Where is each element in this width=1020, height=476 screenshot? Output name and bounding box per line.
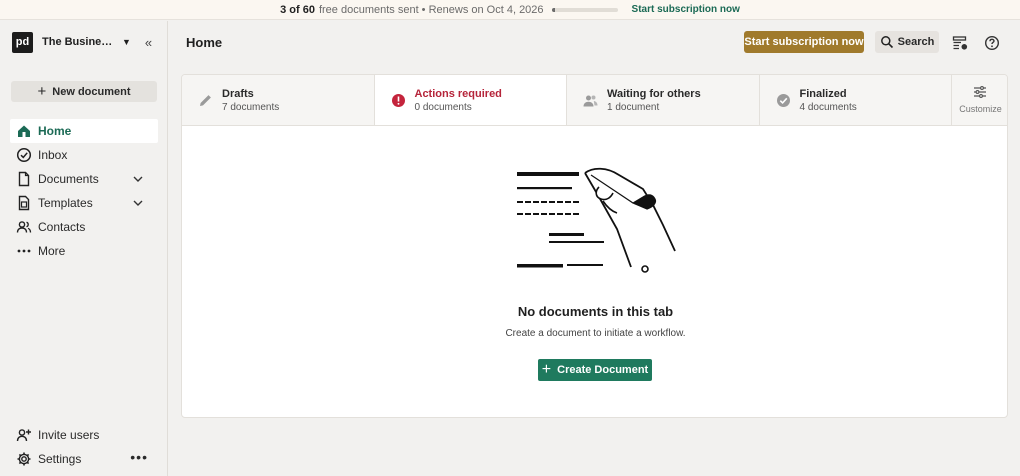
- new-document-label: New document: [52, 85, 131, 98]
- caret-down-icon: ▼: [122, 37, 131, 47]
- sidebar-item-label: More: [38, 244, 66, 258]
- start-subscription-button[interactable]: Start subscription now: [744, 31, 864, 53]
- add-user-icon: [16, 429, 31, 442]
- document-icon: [18, 171, 30, 187]
- sidebar-item-inbox[interactable]: Inbox: [10, 143, 158, 167]
- collapse-sidebar-icon[interactable]: «: [145, 35, 152, 50]
- tab-count: 4 documents: [799, 102, 857, 113]
- sidebar-item-label: Documents: [38, 172, 99, 186]
- settings-more-icon[interactable]: •••: [130, 449, 148, 465]
- check-badge-icon: [776, 94, 790, 107]
- sidebar-item-label: Home: [38, 124, 72, 138]
- gear-icon: [17, 452, 31, 466]
- sidebar-item-invite-users[interactable]: Invite users: [10, 423, 158, 447]
- banner-text: free documents sent • Renews on Oct 4, 2…: [318, 3, 544, 16]
- sidebar-item-settings[interactable]: Settings •••: [10, 447, 158, 471]
- sidebar-item-label: Invite users: [38, 428, 100, 442]
- tab-label: Actions required: [414, 88, 502, 100]
- tab-waiting-for-others[interactable]: Waiting for others 1 document: [567, 75, 760, 125]
- search-button[interactable]: Search: [875, 31, 939, 53]
- pencil-icon: [200, 95, 211, 106]
- create-document-button[interactable]: + Create Document: [538, 359, 652, 381]
- empty-state-subtitle: Create a document to initiate a workflow…: [505, 328, 686, 339]
- create-document-label: Create Document: [557, 364, 649, 376]
- customize-tabs-button[interactable]: Customize: [952, 75, 1007, 125]
- people-icon: [583, 95, 598, 107]
- sliders-icon: [974, 86, 986, 98]
- brand-logo: pd: [12, 31, 33, 53]
- documents-card: Drafts 7 documents Actions required 0 do…: [181, 74, 1008, 418]
- search-icon: [880, 36, 893, 49]
- chevron-down-icon[interactable]: [132, 173, 144, 185]
- sidebar: pd The Business ... ▼ « + New document H…: [0, 21, 168, 476]
- tab-count: 7 documents: [222, 102, 280, 113]
- usage-progress-fill: [551, 7, 555, 12]
- contacts-icon: [16, 221, 32, 233]
- subscription-banner: 3 of 60 free documents sent • Renews on …: [0, 0, 1020, 20]
- chevron-down-icon[interactable]: [132, 197, 144, 209]
- page-header: Home Start subscription now Search: [168, 21, 1020, 63]
- workspace-switcher[interactable]: pd The Business ... ▼ «: [12, 31, 162, 53]
- sidebar-bottom-nav: Invite users Settings •••: [10, 423, 158, 471]
- workspace-name: The Business ...: [42, 36, 116, 48]
- sidebar-item-label: Contacts: [38, 220, 86, 234]
- tab-label: Waiting for others: [607, 88, 701, 100]
- tab-count: 0 documents: [414, 102, 472, 113]
- customize-label: Customize: [959, 104, 1002, 114]
- home-icon: [18, 125, 30, 137]
- template-icon: [18, 195, 30, 211]
- empty-state-title: No documents in this tab: [517, 304, 674, 319]
- plus-icon: +: [541, 361, 552, 378]
- page-title: Home: [186, 35, 223, 50]
- sidebar-item-contacts[interactable]: Contacts: [10, 215, 158, 239]
- tab-finalized[interactable]: Finalized 4 documents: [759, 75, 952, 125]
- sidebar-item-home[interactable]: Home: [10, 119, 158, 143]
- search-label: Search: [897, 36, 935, 48]
- tab-drafts[interactable]: Drafts 7 documents: [182, 75, 375, 125]
- sidebar-item-templates[interactable]: Templates: [10, 191, 158, 215]
- banner-start-subscription-link[interactable]: Start subscription now: [632, 4, 740, 15]
- tab-actions-required[interactable]: Actions required 0 documents: [374, 75, 567, 125]
- sidebar-item-more[interactable]: More: [10, 239, 158, 263]
- usage-progress-bar: [551, 7, 618, 12]
- sidebar-item-label: Inbox: [38, 148, 68, 162]
- tab-label: Drafts: [222, 88, 254, 100]
- tab-count: 1 document: [607, 102, 660, 113]
- plus-icon: +: [37, 83, 47, 100]
- help-icon[interactable]: [984, 35, 1000, 51]
- check-circle-icon: [16, 147, 32, 163]
- empty-documents-illustration: [517, 167, 676, 273]
- sidebar-nav: Home Inbox Documents Templates Contacts …: [10, 119, 158, 263]
- sidebar-item-label: Settings: [38, 452, 82, 466]
- new-document-button[interactable]: + New document: [11, 81, 157, 102]
- sidebar-item-label: Templates: [38, 196, 93, 210]
- status-tabs: Drafts 7 documents Actions required 0 do…: [182, 75, 1007, 126]
- alert-icon: [391, 94, 405, 107]
- more-dots-icon: [17, 249, 31, 253]
- tab-label: Finalized: [799, 88, 847, 100]
- documents-sent-count: 3 of 60: [280, 3, 315, 16]
- sidebar-item-documents[interactable]: Documents: [10, 167, 158, 191]
- document-activity-icon[interactable]: [952, 35, 968, 51]
